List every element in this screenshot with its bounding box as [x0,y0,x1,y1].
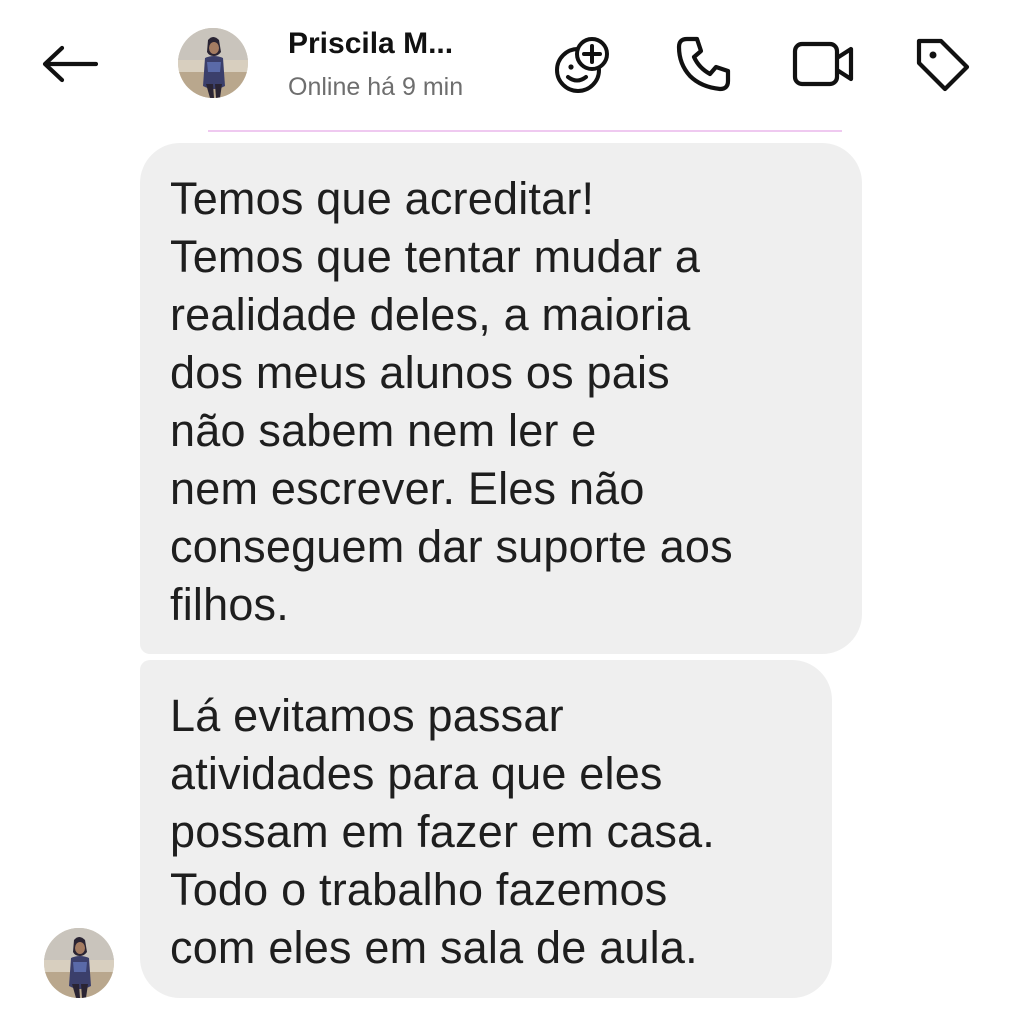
sticker-add-icon [555,37,609,93]
message-line: Temos que tentar mudar a [170,231,701,282]
message-line: Lá evitamos passar [170,690,564,741]
message-bubble[interactable]: Temos que acreditar! Temos que tentar mu… [140,143,862,654]
message-line: filhos. [170,579,289,630]
message-line: não sabem nem ler e [170,405,597,456]
message-line: Todo o trabalho fazemos [170,864,668,915]
video-call-button[interactable] [790,30,858,98]
message-line: conseguem dar suporte aos [170,521,733,572]
tag-icon [916,38,970,92]
sender-avatar[interactable] [44,928,114,998]
phone-icon [676,36,731,92]
tag-button[interactable] [908,30,976,98]
message-line: nem escrever. Eles não [170,463,645,514]
arrow-left-icon [42,45,98,83]
avatar-image [44,928,114,998]
back-button[interactable] [36,38,102,90]
message-line: realidade deles, a maioria [170,289,691,340]
message-line: Temos que acreditar! [170,173,595,224]
contact-name: Priscila M... [288,27,454,60]
message-bubble[interactable]: Lá evitamos passar atividades para que e… [140,660,832,998]
video-camera-icon [792,41,854,87]
message-line: com eles em sala de aula. [170,922,698,973]
chat-header: Priscila M... Online há 9 min [0,0,1021,128]
message-line: possam em fazer em casa. [170,806,715,857]
header-divider [208,130,842,132]
effects-button[interactable] [550,30,618,98]
message-line: dos meus alunos os pais [170,347,670,398]
contact-avatar[interactable] [178,28,248,98]
call-button[interactable] [670,30,738,98]
contact-info[interactable]: Priscila M... Online há 9 min [288,24,528,104]
avatar-image [178,28,248,98]
message-line: atividades para que eles [170,748,663,799]
online-status: Online há 9 min [288,73,464,101]
